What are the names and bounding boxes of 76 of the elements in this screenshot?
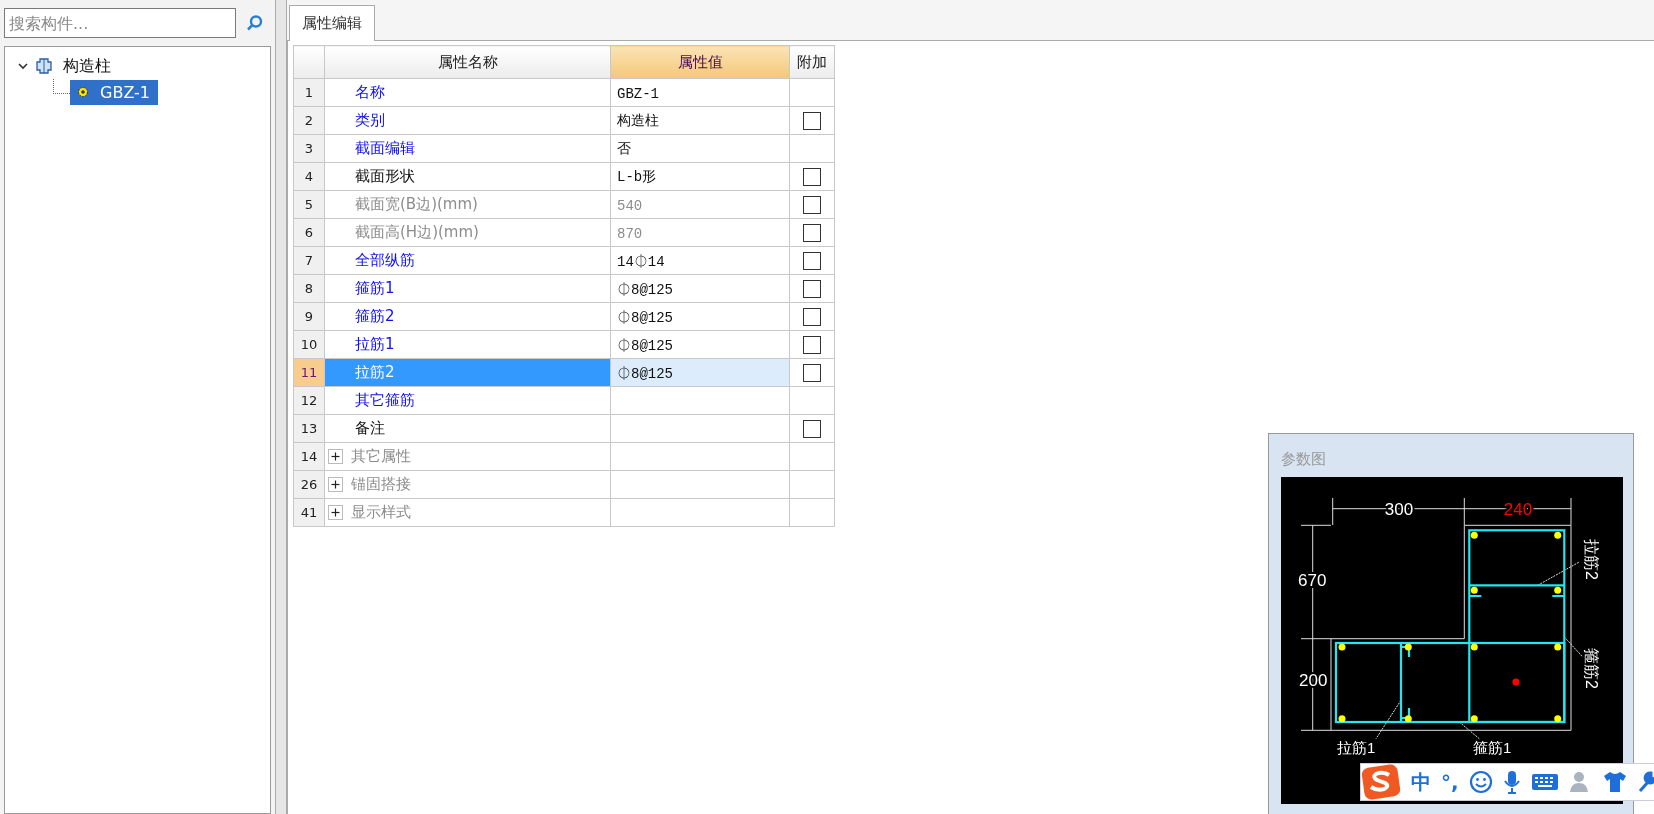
smiley-icon[interactable] — [1468, 770, 1493, 794]
checkbox[interactable] — [803, 251, 821, 270]
property-name: 备注 — [355, 419, 385, 438]
row-number: 10 — [293, 330, 325, 359]
ime-mode[interactable]: 中 — [1411, 768, 1431, 796]
property-name: 截面高(H边)(mm) — [355, 223, 479, 242]
row-number: 26 — [293, 470, 325, 499]
punctuation-mode[interactable]: °, — [1441, 770, 1459, 794]
property-name: 锚固搭接 — [351, 475, 411, 494]
property-name: 类别 — [355, 111, 385, 130]
tab[interactable]: 属性编辑 — [289, 5, 375, 41]
microphone-icon[interactable] — [1502, 770, 1521, 794]
property-name: 其它属性 — [351, 447, 411, 466]
property-name: 其它箍筋 — [355, 391, 415, 410]
search-icon[interactable] — [246, 14, 264, 32]
property-name: 拉筋2 — [355, 363, 395, 382]
property-value: 870 — [616, 225, 643, 242]
property-value: ⏀8@125 — [616, 365, 673, 382]
row-number: 7 — [293, 246, 325, 275]
checkbox[interactable] — [803, 111, 821, 130]
row-number: 8 — [293, 274, 325, 303]
property-value: 否 — [616, 141, 631, 157]
checkbox[interactable] — [803, 223, 821, 242]
column-header: 附加 — [789, 45, 835, 79]
chevron-icon[interactable] — [17, 60, 29, 72]
row-number: 1 — [293, 78, 325, 107]
keyboard-icon[interactable] — [1530, 772, 1559, 792]
component-icon — [35, 57, 53, 75]
plus-icon[interactable] — [328, 505, 343, 520]
row-number: 14 — [293, 442, 325, 471]
checkbox[interactable] — [803, 195, 821, 214]
checkbox[interactable] — [803, 167, 821, 186]
ime-logo-icon[interactable] — [1361, 764, 1401, 800]
checkbox[interactable] — [803, 419, 821, 438]
row-number: 5 — [293, 190, 325, 219]
property-value: L-b形 — [616, 169, 657, 185]
property-name: 截面形状 — [355, 167, 415, 186]
plus-icon[interactable] — [328, 449, 343, 464]
checkbox[interactable] — [803, 363, 821, 382]
row-number: 13 — [293, 414, 325, 443]
property-value: 14⏀14 — [616, 253, 665, 270]
panel-title: 参数图 — [1281, 449, 1327, 470]
property-value: GBZ-1 — [616, 85, 659, 102]
row-number: 3 — [293, 134, 325, 163]
column-header: 属性名称 — [324, 45, 611, 79]
row-number: 12 — [293, 386, 325, 415]
checkbox[interactable] — [803, 279, 821, 298]
gear-icon — [76, 85, 90, 99]
column-header: 属性值 — [610, 45, 790, 79]
property-value: ⏀8@125 — [616, 281, 673, 298]
property-name: 截面宽(B边)(mm) — [355, 195, 478, 214]
checkbox[interactable] — [803, 307, 821, 326]
row-number: 41 — [293, 498, 325, 527]
tree-item[interactable]: GBZ-1 — [70, 79, 158, 105]
plus-icon[interactable] — [328, 477, 343, 492]
property-name: 截面编辑 — [355, 139, 415, 158]
property-name: 箍筋1 — [355, 279, 395, 298]
property-value: ⏀8@125 — [616, 309, 673, 326]
property-name: 全部纵筋 — [355, 251, 415, 270]
property-name: 拉筋1 — [355, 335, 395, 354]
row-number: 11 — [293, 358, 325, 387]
wrench-icon[interactable] — [1636, 770, 1654, 794]
row-number: 9 — [293, 302, 325, 331]
checkbox[interactable] — [803, 335, 821, 354]
row-number: 4 — [293, 162, 325, 191]
shirt-icon[interactable] — [1602, 770, 1627, 794]
property-value: 构造柱 — [616, 113, 659, 129]
property-name: 箍筋2 — [355, 307, 395, 326]
row-number: 2 — [293, 106, 325, 135]
row-number: 6 — [293, 218, 325, 247]
property-name: 名称 — [355, 83, 385, 102]
tree-item[interactable]: 构造柱 — [59, 53, 115, 79]
search-field[interactable]: 搜索构件... — [4, 8, 236, 38]
property-value: 540 — [616, 197, 643, 214]
property-name: 显示样式 — [351, 503, 411, 522]
property-value: ⏀8@125 — [616, 337, 673, 354]
